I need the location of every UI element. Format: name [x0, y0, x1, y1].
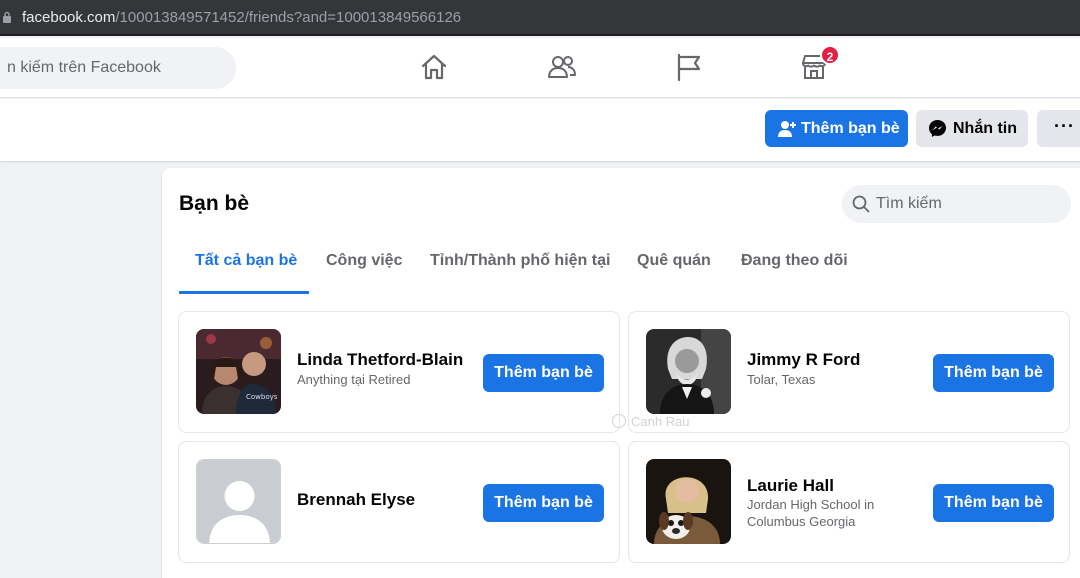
default-avatar-icon[interactable] — [196, 459, 281, 544]
active-tab-indicator — [179, 291, 309, 294]
friend-name[interactable]: Linda Thetford-Blain — [297, 350, 463, 370]
notification-badge: 2 — [820, 45, 840, 65]
search-placeholder: n kiếm trên Facebook — [7, 59, 161, 76]
message-button[interactable]: Nhắn tin — [916, 110, 1028, 147]
tab-work[interactable]: Công việc — [326, 252, 402, 270]
tab-all-friends[interactable]: Tất cả bạn bè — [195, 252, 297, 270]
top-navigation: n kiếm trên Facebook 2 — [0, 38, 1080, 98]
add-friend-button[interactable]: Thêm bạn bè — [933, 484, 1054, 522]
more-options-button[interactable]: ··· — [1037, 110, 1080, 147]
friend-avatar[interactable]: Cowboys — [196, 329, 281, 414]
friends-section: Bạn bè Tìm kiếm Tất cả bạn bè Công việc … — [162, 168, 1080, 578]
home-icon[interactable] — [418, 51, 450, 83]
search-icon — [852, 195, 870, 213]
url-path: /100013849571452/friends?and=10001384956… — [115, 9, 462, 26]
friend-name[interactable]: Jimmy R Ford — [747, 350, 860, 370]
friend-card: Brennah Elyse Thêm bạn bè — [178, 441, 620, 563]
lock-icon — [3, 11, 11, 23]
url-text[interactable]: facebook.com/100013849571452/friends?and… — [22, 9, 461, 26]
tab-following[interactable]: Đang theo dõi — [741, 252, 848, 270]
watermark-logo-icon — [612, 414, 626, 428]
add-friend-button[interactable]: Thêm bạn bè — [765, 110, 908, 147]
watermark: Canh Rau — [612, 414, 690, 429]
tab-current-city[interactable]: Tỉnh/Thành phố hiện tại — [430, 252, 610, 270]
watermark-text: Canh Rau — [631, 414, 690, 429]
message-label: Nhắn tin — [953, 120, 1017, 137]
friend-subtitle: Tolar, Texas — [747, 372, 816, 387]
friends-search-input[interactable]: Tìm kiếm — [842, 185, 1071, 223]
friend-name[interactable]: Brennah Elyse — [297, 490, 415, 510]
pages-flag-icon[interactable] — [672, 51, 704, 83]
friend-name[interactable]: Laurie Hall — [747, 476, 834, 496]
friends-title: Bạn bè — [179, 192, 250, 215]
friend-card: Cowboys Linda Thetford-Blain Anything tạ… — [178, 311, 620, 433]
friend-card: Laurie Hall Jordan High School in Columb… — [628, 441, 1070, 563]
svg-text:Cowboys: Cowboys — [246, 393, 278, 401]
add-friend-button[interactable]: Thêm bạn bè — [483, 354, 604, 392]
friend-avatar[interactable] — [646, 459, 731, 544]
facebook-search-input[interactable]: n kiếm trên Facebook — [0, 47, 236, 89]
messenger-icon — [928, 119, 947, 138]
add-friend-label: Thêm bạn bè — [801, 120, 900, 137]
friends-search-placeholder: Tìm kiếm — [876, 195, 942, 212]
url-host: facebook.com — [22, 9, 116, 26]
friend-avatar[interactable] — [646, 329, 731, 414]
add-friend-button[interactable]: Thêm bạn bè — [933, 354, 1054, 392]
friend-card: Jimmy R Ford Tolar, Texas Thêm bạn bè — [628, 311, 1070, 433]
browser-address-bar[interactable]: facebook.com/100013849571452/friends?and… — [0, 0, 1080, 36]
friends-icon[interactable] — [546, 51, 578, 83]
add-friend-icon — [778, 121, 796, 137]
profile-action-bar: Thêm bạn bè Nhắn tin ··· — [0, 99, 1080, 161]
friend-subtitle: Anything tại Retired — [297, 372, 411, 387]
friend-subtitle: Jordan High School in Columbus Georgia — [747, 497, 875, 529]
tab-hometown[interactable]: Quê quán — [637, 252, 711, 270]
more-dots-icon: ··· — [1054, 116, 1075, 136]
add-friend-button[interactable]: Thêm bạn bè — [483, 484, 604, 522]
